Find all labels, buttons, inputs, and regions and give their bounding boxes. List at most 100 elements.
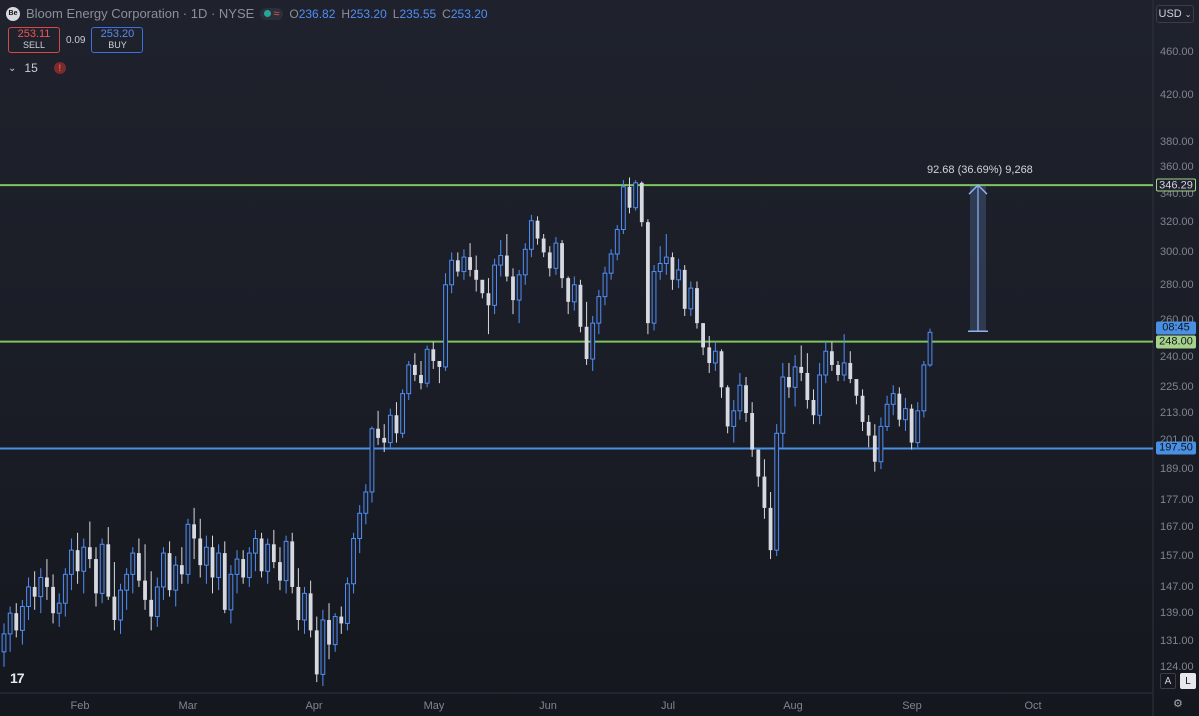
chevron-down-icon: ⌄	[1184, 9, 1192, 19]
candle	[897, 387, 902, 427]
candle-body	[584, 326, 589, 360]
candle	[872, 424, 877, 472]
measure-label: 92.68 (36.69%) 9,268	[927, 164, 1033, 176]
tradingview-logo-icon[interactable]: 17	[10, 670, 25, 686]
gear-icon[interactable]: ⚙	[1173, 697, 1183, 710]
candle	[106, 527, 111, 600]
candle	[646, 219, 650, 335]
candle	[602, 266, 608, 306]
candle	[860, 389, 865, 431]
candle	[884, 395, 890, 431]
candle-body	[112, 596, 117, 620]
spread-value: 0.09	[66, 34, 86, 46]
candle	[878, 417, 884, 470]
candle	[192, 507, 197, 560]
candle	[547, 246, 552, 277]
candle	[332, 613, 338, 652]
candle	[780, 362, 786, 448]
candle-body	[774, 432, 780, 551]
candle-body	[345, 583, 350, 624]
candle	[271, 529, 276, 569]
candle-body	[259, 538, 264, 572]
warning-icon[interactable]: !	[53, 62, 66, 74]
candle-body	[731, 410, 737, 427]
candle	[87, 521, 92, 569]
candle	[455, 252, 460, 277]
candle	[449, 252, 455, 294]
candle-body	[762, 476, 767, 508]
candle-body	[486, 293, 491, 306]
candle	[387, 408, 393, 448]
candle	[234, 550, 240, 594]
candle	[701, 323, 706, 356]
candle	[682, 265, 687, 316]
candle-body	[19, 605, 25, 631]
candle-body	[38, 576, 44, 598]
candle-body	[516, 274, 522, 301]
candle-body	[860, 395, 865, 422]
candle	[578, 279, 583, 333]
candle	[866, 415, 871, 448]
candle	[203, 535, 209, 584]
price-chart[interactable]	[0, 0, 1199, 716]
candle	[768, 491, 773, 560]
candle-body	[560, 243, 564, 279]
candle	[731, 400, 737, 443]
buy-label: BUY	[108, 40, 127, 50]
candle-body	[394, 415, 399, 434]
candle-body	[578, 284, 583, 327]
candle	[787, 362, 791, 398]
currency-selector[interactable]: USD ⌄	[1156, 5, 1194, 23]
candle	[921, 360, 927, 418]
log-scale-button[interactable]: L	[1180, 673, 1196, 689]
candle	[633, 180, 639, 211]
symbol-title[interactable]: Bloom Energy Corporation · 1D · NYSE	[26, 6, 254, 21]
candle	[829, 341, 834, 371]
candle-body	[320, 619, 326, 675]
candle	[406, 360, 412, 401]
candle	[302, 586, 307, 634]
candle-body	[627, 186, 632, 208]
candle-body	[290, 541, 295, 587]
candle	[1, 623, 7, 667]
candle-body	[51, 586, 55, 614]
candle-body	[302, 592, 307, 621]
candle	[903, 397, 908, 431]
candle-body	[14, 613, 19, 631]
candle-body	[339, 616, 344, 624]
candle	[688, 281, 694, 316]
candle	[756, 449, 761, 487]
candle-body	[620, 186, 626, 231]
candle-body	[332, 616, 338, 646]
sell-button[interactable]: 253.11 SELL	[8, 27, 60, 53]
candle	[468, 243, 472, 277]
candle-body	[357, 512, 363, 539]
candle	[627, 177, 632, 214]
candle	[792, 355, 798, 407]
candle-body	[768, 507, 773, 551]
ohlc-values: O236.82 H253.20 L235.55 C253.20	[289, 6, 488, 21]
candle-body	[848, 362, 853, 380]
candle-body	[185, 523, 191, 575]
candle-body	[787, 377, 791, 388]
candle	[296, 568, 301, 631]
candle	[639, 181, 644, 227]
candle-body	[927, 331, 933, 366]
candle-body	[890, 393, 896, 405]
candle-body	[278, 562, 282, 581]
candle-body	[657, 262, 663, 273]
buy-button[interactable]: 253.20 BUY	[91, 27, 144, 53]
indicators-toggle[interactable]: ⌄ 15 !	[8, 61, 66, 75]
candle	[241, 550, 246, 584]
candle-body	[614, 229, 620, 255]
candle	[210, 535, 215, 594]
candle	[149, 571, 154, 631]
candle-body	[406, 364, 412, 395]
candle-body	[866, 421, 871, 436]
auto-scale-button[interactable]: A	[1160, 673, 1176, 689]
market-status[interactable]: ≈	[260, 7, 284, 20]
candle-body	[566, 278, 571, 302]
candle-body	[528, 220, 534, 250]
candle	[719, 349, 724, 398]
candle	[424, 345, 430, 388]
